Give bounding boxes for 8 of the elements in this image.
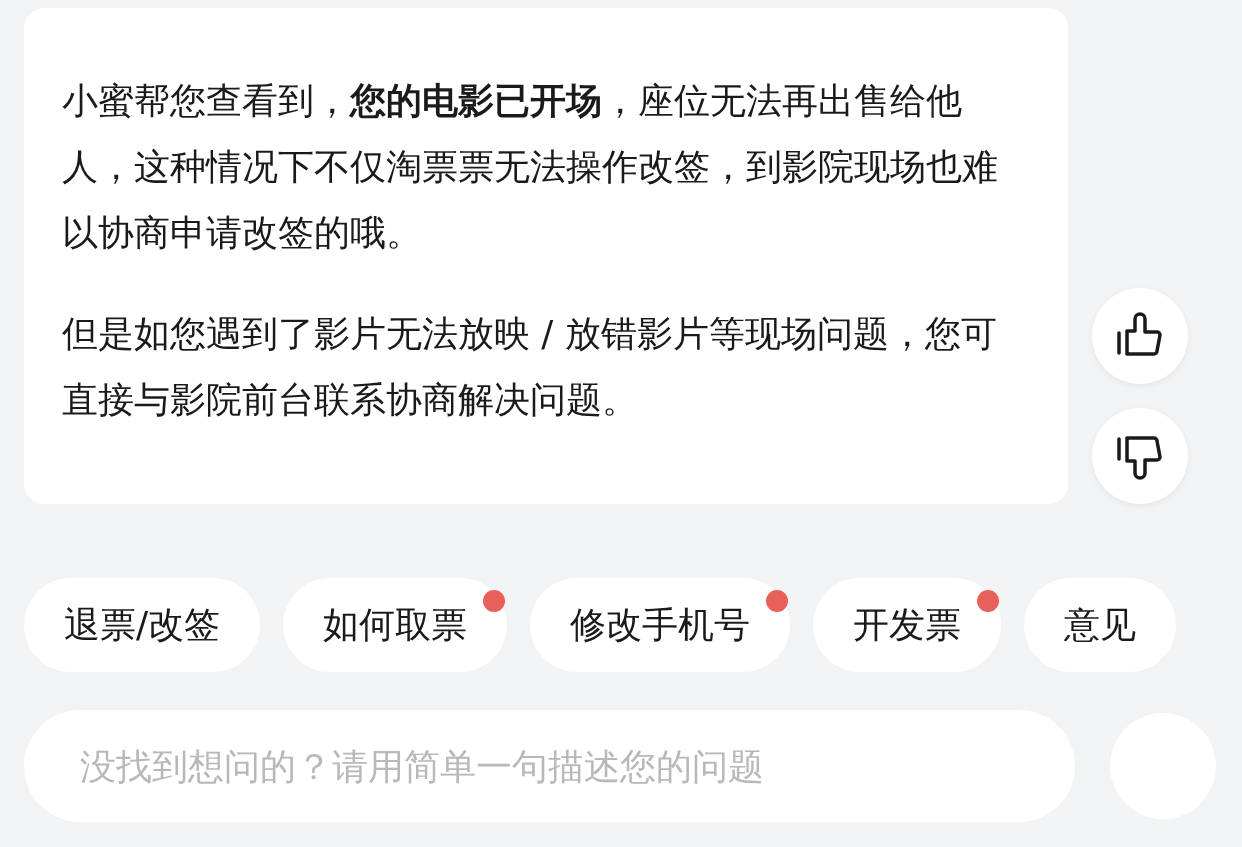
answer-text: 但是如您遇到了影片无法放映 / 放错影片等现场问题，您可直接与影院前台联系协商解决问题。 (62, 312, 998, 422)
answer-text: 小蜜帮您查看到，您的电影已开场，座位无法再出售给他人，这种情况下不仅淘票票无法操作改签，到影院现场也难以协商申请改签的哦。 (62, 79, 999, 255)
quick-reply-chip[interactable]: 意见 (1024, 578, 1177, 672)
quick-reply-chip[interactable]: 如何取票 (283, 578, 508, 672)
question-input[interactable]: 没找到想问的？请用简单一句描述您的问题 (24, 710, 1075, 822)
quick-reply-chip[interactable]: 退票/改签 (24, 578, 261, 672)
quick-reply-chip[interactable]: 开发票 (813, 578, 1002, 672)
quick-reply-chip[interactable]: 修改手机号 (530, 578, 791, 672)
